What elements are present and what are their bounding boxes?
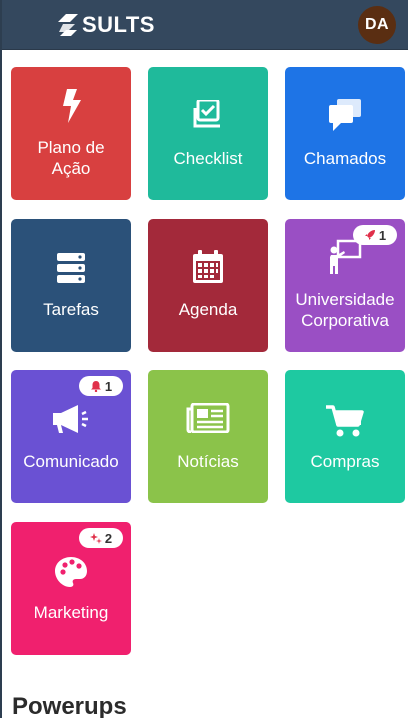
top-bar: SULTS DA (2, 0, 408, 50)
palette-icon (11, 556, 131, 588)
tile-label: Chamados (303, 149, 387, 168)
tile-agenda[interactable]: Agenda (148, 219, 268, 352)
sults-logo-icon (58, 14, 78, 36)
tile-label: Comunicado (23, 452, 119, 471)
tile-noticias[interactable]: Notícias (148, 370, 268, 503)
tile-label: Notícias (177, 452, 239, 471)
tile-checklist[interactable]: Checklist (148, 67, 268, 200)
tile-label: Compras (310, 452, 380, 471)
tile-label: Checklist (173, 149, 243, 168)
tile-universidade-corporativa[interactable]: 1 Universidade Corporativa (285, 219, 405, 352)
tile-label: Tarefas (43, 300, 99, 319)
cart-icon (285, 404, 405, 438)
megaphone-icon (11, 404, 131, 434)
tile-plano-de-acao[interactable]: Plano de Ação (11, 67, 131, 200)
notification-badge: 2 (79, 528, 123, 548)
tile-comunicado[interactable]: 1 Comunicado (11, 370, 131, 503)
bolt-icon (11, 89, 131, 123)
tile-label: Agenda (178, 300, 238, 319)
tile-label: Plano de Ação (37, 138, 105, 178)
chat-bubbles-icon (285, 99, 405, 131)
badge-count: 2 (104, 530, 113, 546)
checklist-icon (148, 100, 268, 130)
notification-badge: 1 (79, 376, 123, 396)
sults-logo[interactable]: SULTS (57, 12, 155, 38)
avatar[interactable]: DA (358, 6, 396, 44)
teacher-board-icon (285, 239, 405, 275)
newspaper-icon (148, 403, 268, 433)
badge-count: 1 (104, 378, 113, 394)
tile-marketing[interactable]: 2 Marketing (11, 522, 131, 655)
logo-text: SULTS (82, 12, 155, 37)
tile-compras[interactable]: Compras (285, 370, 405, 503)
calendar-icon (148, 249, 268, 285)
tile-label: Marketing (33, 603, 109, 622)
tile-tarefas[interactable]: Tarefas (11, 219, 131, 352)
server-stack-icon (11, 252, 131, 284)
tile-chamados[interactable]: Chamados (285, 67, 405, 200)
sparkles-icon (89, 533, 102, 544)
bell-icon (90, 381, 101, 392)
powerups-section-title: Powerups (12, 693, 127, 718)
tile-label: Universidade Corporativa (295, 290, 395, 330)
